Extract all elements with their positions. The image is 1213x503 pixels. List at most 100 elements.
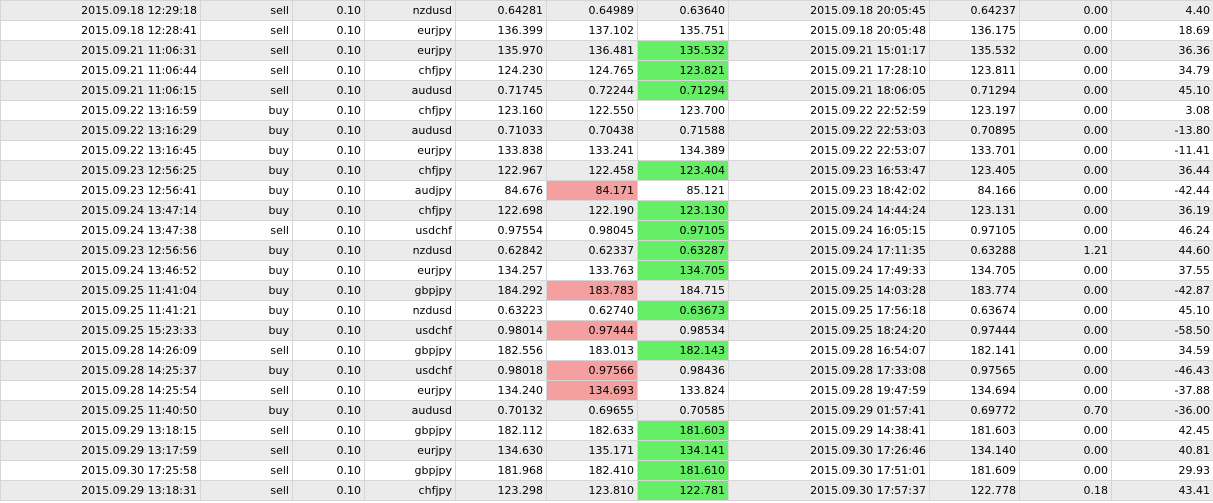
cell-close-price: 123.131: [929, 200, 1020, 221]
cell-tp: 0.97105: [637, 220, 729, 241]
cell-sl: 0.62337: [546, 240, 638, 261]
cell-open-time: 2015.09.22 13:16:45: [0, 140, 201, 161]
table-row[interactable]: 2015.09.23 12:56:25 buy 0.10 chfjpy 122.967 1…: [0, 160, 1213, 181]
cell-symbol: chfjpy: [364, 160, 456, 181]
table-row[interactable]: 2015.09.22 13:16:29 buy 0.10 audusd 0.71033 0…: [0, 120, 1213, 141]
cell-type: sell: [200, 20, 293, 41]
cell-close-time: 2015.09.24 14:44:24: [728, 200, 930, 221]
cell-sl: 133.763: [546, 260, 638, 281]
cell-type: sell: [200, 40, 293, 61]
table-row[interactable]: 2015.09.30 17:25:58 sell 0.10 gbpjpy 181.968…: [0, 460, 1213, 481]
cell-volume: 0.10: [292, 340, 365, 361]
cell-open-time: 2015.09.22 13:16:59: [0, 100, 201, 121]
table-row[interactable]: 2015.09.28 14:25:54 sell 0.10 eurjpy 134.240…: [0, 380, 1213, 401]
cell-open-price: 0.62842: [455, 240, 547, 261]
cell-tp: 135.751: [637, 20, 729, 41]
cell-tp: 184.715: [637, 280, 729, 301]
cell-close-time: 2015.09.30 17:26:46: [728, 440, 930, 461]
cell-sl: 136.481: [546, 40, 638, 61]
cell-symbol: usdchf: [364, 220, 456, 241]
cell-swap: 0.18: [1019, 480, 1112, 501]
cell-profit: 45.10: [1111, 80, 1213, 101]
cell-volume: 0.10: [292, 380, 365, 401]
cell-open-time: 2015.09.23 12:56:56: [0, 240, 201, 261]
table-row[interactable]: 2015.09.24 13:46:52 buy 0.10 eurjpy 134.257 1…: [0, 260, 1213, 281]
trade-history-table: 2015.09.18 12:29:18 sell 0.10 nzdusd 0.64281…: [0, 0, 1213, 501]
cell-close-time: 2015.09.30 17:51:01: [728, 460, 930, 481]
cell-close-time: 2015.09.22 22:53:03: [728, 120, 930, 141]
cell-close-price: 0.69772: [929, 400, 1020, 421]
cell-type: buy: [200, 140, 293, 161]
cell-open-time: 2015.09.25 11:40:50: [0, 400, 201, 421]
cell-volume: 0.10: [292, 20, 365, 41]
cell-symbol: chfjpy: [364, 480, 456, 501]
table-row[interactable]: 2015.09.28 14:25:37 buy 0.10 usdchf 0.98018 0…: [0, 360, 1213, 381]
cell-volume: 0.10: [292, 120, 365, 141]
table-row[interactable]: 2015.09.28 14:26:09 sell 0.10 gbpjpy 182.556…: [0, 340, 1213, 361]
cell-symbol: eurjpy: [364, 260, 456, 281]
cell-swap: 0.00: [1019, 220, 1112, 241]
table-row[interactable]: 2015.09.23 12:56:41 buy 0.10 audjpy 84.676 84…: [0, 180, 1213, 201]
table-row[interactable]: 2015.09.22 13:16:45 buy 0.10 eurjpy 133.838 1…: [0, 140, 1213, 161]
cell-symbol: nzdusd: [364, 0, 456, 21]
cell-symbol: eurjpy: [364, 40, 456, 61]
cell-open-price: 184.292: [455, 280, 547, 301]
cell-volume: 0.10: [292, 0, 365, 21]
cell-tp: 123.700: [637, 100, 729, 121]
table-row[interactable]: 2015.09.25 11:40:50 buy 0.10 audusd 0.70132 0…: [0, 400, 1213, 421]
table-row[interactable]: 2015.09.25 11:41:04 buy 0.10 gbpjpy 184.292 1…: [0, 280, 1213, 301]
cell-swap: 0.00: [1019, 120, 1112, 141]
table-row[interactable]: 2015.09.18 12:28:41 sell 0.10 eurjpy 136.399…: [0, 20, 1213, 41]
cell-swap: 0.00: [1019, 100, 1112, 121]
cell-volume: 0.10: [292, 60, 365, 81]
table-row[interactable]: 2015.09.23 12:56:56 buy 0.10 nzdusd 0.62842 0…: [0, 240, 1213, 261]
table-row[interactable]: 2015.09.21 11:06:44 sell 0.10 chfjpy 124.230…: [0, 60, 1213, 81]
cell-symbol: gbpjpy: [364, 280, 456, 301]
table-row[interactable]: 2015.09.29 13:17:59 sell 0.10 eurjpy 134.630…: [0, 440, 1213, 461]
cell-sl: 0.64989: [546, 0, 638, 21]
cell-close-time: 2015.09.29 14:38:41: [728, 420, 930, 441]
cell-type: sell: [200, 460, 293, 481]
cell-profit: -42.87: [1111, 280, 1213, 301]
cell-sl: 0.70438: [546, 120, 638, 141]
cell-type: sell: [200, 480, 293, 501]
cell-open-price: 124.230: [455, 60, 547, 81]
table-row[interactable]: 2015.09.21 11:06:15 sell 0.10 audusd 0.71745…: [0, 80, 1213, 101]
cell-close-price: 0.64237: [929, 0, 1020, 21]
cell-open-time: 2015.09.22 13:16:29: [0, 120, 201, 141]
cell-tp: 85.121: [637, 180, 729, 201]
cell-tp: 123.130: [637, 200, 729, 221]
table-row[interactable]: 2015.09.22 13:16:59 buy 0.10 chfjpy 123.160 1…: [0, 100, 1213, 121]
cell-close-time: 2015.09.28 16:54:07: [728, 340, 930, 361]
cell-close-price: 134.705: [929, 260, 1020, 281]
cell-sl: 183.783: [546, 280, 638, 301]
cell-profit: -46.43: [1111, 360, 1213, 381]
cell-volume: 0.10: [292, 300, 365, 321]
table-row[interactable]: 2015.09.21 11:06:31 sell 0.10 eurjpy 135.970…: [0, 40, 1213, 61]
cell-sl: 137.102: [546, 20, 638, 41]
table-row[interactable]: 2015.09.29 13:18:31 sell 0.10 chfjpy 123.298…: [0, 480, 1213, 501]
cell-sl: 183.013: [546, 340, 638, 361]
table-row[interactable]: 2015.09.25 11:41:21 buy 0.10 nzdusd 0.63223 0…: [0, 300, 1213, 321]
cell-open-price: 123.298: [455, 480, 547, 501]
table-row[interactable]: 2015.09.24 13:47:38 sell 0.10 usdchf 0.97554…: [0, 220, 1213, 241]
cell-open-price: 136.399: [455, 20, 547, 41]
cell-close-time: 2015.09.23 18:42:02: [728, 180, 930, 201]
cell-swap: 0.00: [1019, 20, 1112, 41]
cell-type: sell: [200, 60, 293, 81]
cell-type: buy: [200, 180, 293, 201]
table-row[interactable]: 2015.09.18 12:29:18 sell 0.10 nzdusd 0.64281…: [0, 0, 1213, 21]
cell-close-time: 2015.09.18 20:05:45: [728, 0, 930, 21]
cell-symbol: eurjpy: [364, 140, 456, 161]
cell-volume: 0.10: [292, 360, 365, 381]
cell-type: sell: [200, 420, 293, 441]
table-row[interactable]: 2015.09.29 13:18:15 sell 0.10 gbpjpy 182.112…: [0, 420, 1213, 441]
cell-tp: 0.63673: [637, 300, 729, 321]
table-row[interactable]: 2015.09.24 13:47:14 buy 0.10 chfjpy 122.698 1…: [0, 200, 1213, 221]
cell-tp: 181.603: [637, 420, 729, 441]
cell-profit: -11.41: [1111, 140, 1213, 161]
cell-open-price: 182.112: [455, 420, 547, 441]
table-row[interactable]: 2015.09.25 15:23:33 buy 0.10 usdchf 0.98014 0…: [0, 320, 1213, 341]
cell-close-price: 122.778: [929, 480, 1020, 501]
cell-close-price: 136.175: [929, 20, 1020, 41]
